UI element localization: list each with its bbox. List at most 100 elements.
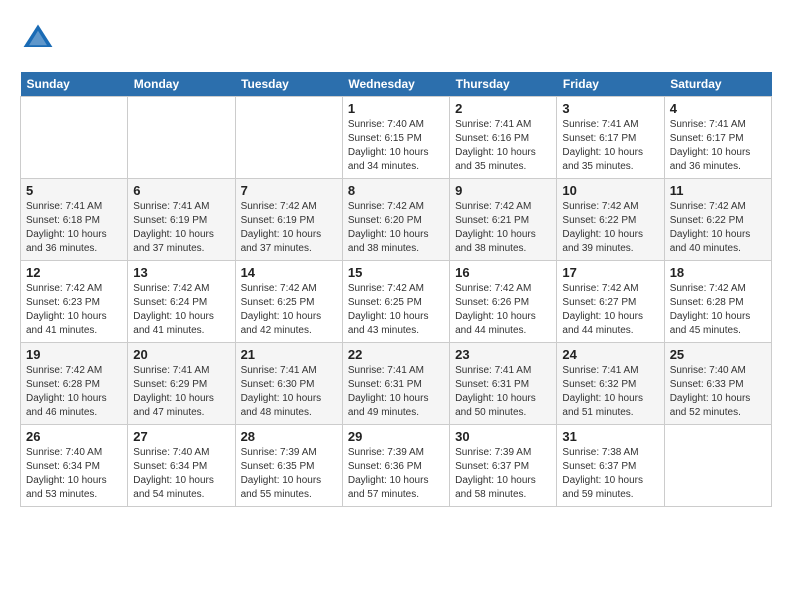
- page-header: [20, 20, 772, 56]
- day-info: Sunrise: 7:42 AM Sunset: 6:23 PM Dayligh…: [26, 282, 122, 338]
- day-number: 29: [348, 429, 444, 444]
- calendar-cell: 17 Sunrise: 7:42 AM Sunset: 6:27 PM Dayli…: [557, 261, 664, 343]
- calendar-cell: [21, 97, 128, 179]
- weekday-header-saturday: Saturday: [664, 72, 771, 97]
- day-info: Sunrise: 7:41 AM Sunset: 6:29 PM Dayligh…: [133, 364, 229, 420]
- day-number: 9: [455, 183, 551, 198]
- calendar-cell: [664, 425, 771, 507]
- calendar-cell: 23 Sunrise: 7:41 AM Sunset: 6:31 PM Dayli…: [450, 343, 557, 425]
- day-number: 22: [348, 347, 444, 362]
- day-info: Sunrise: 7:42 AM Sunset: 6:27 PM Dayligh…: [562, 282, 658, 338]
- calendar-cell: 13 Sunrise: 7:42 AM Sunset: 6:24 PM Dayli…: [128, 261, 235, 343]
- day-number: 6: [133, 183, 229, 198]
- day-info: Sunrise: 7:38 AM Sunset: 6:37 PM Dayligh…: [562, 446, 658, 502]
- day-info: Sunrise: 7:42 AM Sunset: 6:20 PM Dayligh…: [348, 200, 444, 256]
- day-number: 26: [26, 429, 122, 444]
- day-number: 18: [670, 265, 766, 280]
- day-info: Sunrise: 7:42 AM Sunset: 6:21 PM Dayligh…: [455, 200, 551, 256]
- calendar-cell: 12 Sunrise: 7:42 AM Sunset: 6:23 PM Dayli…: [21, 261, 128, 343]
- day-number: 7: [241, 183, 337, 198]
- day-info: Sunrise: 7:42 AM Sunset: 6:28 PM Dayligh…: [26, 364, 122, 420]
- day-info: Sunrise: 7:42 AM Sunset: 6:26 PM Dayligh…: [455, 282, 551, 338]
- calendar-cell: 7 Sunrise: 7:42 AM Sunset: 6:19 PM Daylig…: [235, 179, 342, 261]
- calendar-cell: 4Sunrise: 7:41 AM Sunset: 6:17 PM Daylig…: [664, 97, 771, 179]
- day-info: Sunrise: 7:39 AM Sunset: 6:36 PM Dayligh…: [348, 446, 444, 502]
- day-info: Sunrise: 7:41 AM Sunset: 6:19 PM Dayligh…: [133, 200, 229, 256]
- calendar-cell: 27 Sunrise: 7:40 AM Sunset: 6:34 PM Dayli…: [128, 425, 235, 507]
- calendar-cell: 30 Sunrise: 7:39 AM Sunset: 6:37 PM Dayli…: [450, 425, 557, 507]
- day-number: 14: [241, 265, 337, 280]
- day-number: 1: [348, 101, 444, 116]
- calendar-cell: 15 Sunrise: 7:42 AM Sunset: 6:25 PM Dayli…: [342, 261, 449, 343]
- calendar-cell: 19 Sunrise: 7:42 AM Sunset: 6:28 PM Dayli…: [21, 343, 128, 425]
- calendar-cell: 16 Sunrise: 7:42 AM Sunset: 6:26 PM Dayli…: [450, 261, 557, 343]
- calendar-week-row: 5Sunrise: 7:41 AM Sunset: 6:18 PM Daylig…: [21, 179, 772, 261]
- calendar-cell: 28Sunrise: 7:39 AM Sunset: 6:35 PM Dayli…: [235, 425, 342, 507]
- weekday-header-monday: Monday: [128, 72, 235, 97]
- day-number: 27: [133, 429, 229, 444]
- calendar-cell: [128, 97, 235, 179]
- calendar-cell: 18Sunrise: 7:42 AM Sunset: 6:28 PM Dayli…: [664, 261, 771, 343]
- calendar-week-row: 12 Sunrise: 7:42 AM Sunset: 6:23 PM Dayli…: [21, 261, 772, 343]
- calendar-week-row: 1 Sunrise: 7:40 AM Sunset: 6:15 PM Daylig…: [21, 97, 772, 179]
- day-info: Sunrise: 7:39 AM Sunset: 6:35 PM Dayligh…: [241, 446, 337, 502]
- calendar-cell: 5Sunrise: 7:41 AM Sunset: 6:18 PM Daylig…: [21, 179, 128, 261]
- day-number: 10: [562, 183, 658, 198]
- calendar-cell: 1 Sunrise: 7:40 AM Sunset: 6:15 PM Daylig…: [342, 97, 449, 179]
- calendar-cell: 3 Sunrise: 7:41 AM Sunset: 6:17 PM Daylig…: [557, 97, 664, 179]
- day-number: 31: [562, 429, 658, 444]
- day-number: 21: [241, 347, 337, 362]
- day-number: 12: [26, 265, 122, 280]
- calendar-table: SundayMondayTuesdayWednesdayThursdayFrid…: [20, 72, 772, 507]
- day-info: Sunrise: 7:42 AM Sunset: 6:19 PM Dayligh…: [241, 200, 337, 256]
- calendar-cell: 14 Sunrise: 7:42 AM Sunset: 6:25 PM Dayli…: [235, 261, 342, 343]
- calendar-cell: 25Sunrise: 7:40 AM Sunset: 6:33 PM Dayli…: [664, 343, 771, 425]
- day-info: Sunrise: 7:41 AM Sunset: 6:31 PM Dayligh…: [348, 364, 444, 420]
- day-info: Sunrise: 7:41 AM Sunset: 6:17 PM Dayligh…: [562, 118, 658, 174]
- day-number: 24: [562, 347, 658, 362]
- calendar-cell: 2 Sunrise: 7:41 AM Sunset: 6:16 PM Daylig…: [450, 97, 557, 179]
- day-number: 19: [26, 347, 122, 362]
- day-number: 20: [133, 347, 229, 362]
- day-info: Sunrise: 7:41 AM Sunset: 6:31 PM Dayligh…: [455, 364, 551, 420]
- calendar-cell: 6 Sunrise: 7:41 AM Sunset: 6:19 PM Daylig…: [128, 179, 235, 261]
- day-number: 3: [562, 101, 658, 116]
- day-info: Sunrise: 7:39 AM Sunset: 6:37 PM Dayligh…: [455, 446, 551, 502]
- calendar-cell: 29 Sunrise: 7:39 AM Sunset: 6:36 PM Dayli…: [342, 425, 449, 507]
- weekday-header-thursday: Thursday: [450, 72, 557, 97]
- weekday-header-wednesday: Wednesday: [342, 72, 449, 97]
- day-number: 23: [455, 347, 551, 362]
- calendar-cell: 8 Sunrise: 7:42 AM Sunset: 6:20 PM Daylig…: [342, 179, 449, 261]
- calendar-header-row: SundayMondayTuesdayWednesdayThursdayFrid…: [21, 72, 772, 97]
- day-number: 30: [455, 429, 551, 444]
- day-number: 2: [455, 101, 551, 116]
- day-number: 13: [133, 265, 229, 280]
- calendar-cell: [235, 97, 342, 179]
- weekday-header-sunday: Sunday: [21, 72, 128, 97]
- day-info: Sunrise: 7:42 AM Sunset: 6:22 PM Dayligh…: [670, 200, 766, 256]
- day-info: Sunrise: 7:40 AM Sunset: 6:15 PM Dayligh…: [348, 118, 444, 174]
- calendar-cell: 21 Sunrise: 7:41 AM Sunset: 6:30 PM Dayli…: [235, 343, 342, 425]
- calendar-cell: 24Sunrise: 7:41 AM Sunset: 6:32 PM Dayli…: [557, 343, 664, 425]
- calendar-cell: 26 Sunrise: 7:40 AM Sunset: 6:34 PM Dayli…: [21, 425, 128, 507]
- logo-icon: [20, 20, 56, 56]
- day-info: Sunrise: 7:42 AM Sunset: 6:25 PM Dayligh…: [241, 282, 337, 338]
- day-info: Sunrise: 7:41 AM Sunset: 6:16 PM Dayligh…: [455, 118, 551, 174]
- day-number: 8: [348, 183, 444, 198]
- calendar-cell: 20 Sunrise: 7:41 AM Sunset: 6:29 PM Dayli…: [128, 343, 235, 425]
- day-info: Sunrise: 7:41 AM Sunset: 6:30 PM Dayligh…: [241, 364, 337, 420]
- day-info: Sunrise: 7:42 AM Sunset: 6:25 PM Dayligh…: [348, 282, 444, 338]
- day-info: Sunrise: 7:40 AM Sunset: 6:34 PM Dayligh…: [26, 446, 122, 502]
- calendar-cell: 10Sunrise: 7:42 AM Sunset: 6:22 PM Dayli…: [557, 179, 664, 261]
- day-number: 15: [348, 265, 444, 280]
- day-info: Sunrise: 7:40 AM Sunset: 6:34 PM Dayligh…: [133, 446, 229, 502]
- day-number: 16: [455, 265, 551, 280]
- calendar-week-row: 26 Sunrise: 7:40 AM Sunset: 6:34 PM Dayli…: [21, 425, 772, 507]
- calendar-week-row: 19 Sunrise: 7:42 AM Sunset: 6:28 PM Dayli…: [21, 343, 772, 425]
- day-number: 11: [670, 183, 766, 198]
- day-info: Sunrise: 7:42 AM Sunset: 6:24 PM Dayligh…: [133, 282, 229, 338]
- day-number: 17: [562, 265, 658, 280]
- logo: [20, 20, 62, 56]
- day-number: 5: [26, 183, 122, 198]
- calendar-cell: 9 Sunrise: 7:42 AM Sunset: 6:21 PM Daylig…: [450, 179, 557, 261]
